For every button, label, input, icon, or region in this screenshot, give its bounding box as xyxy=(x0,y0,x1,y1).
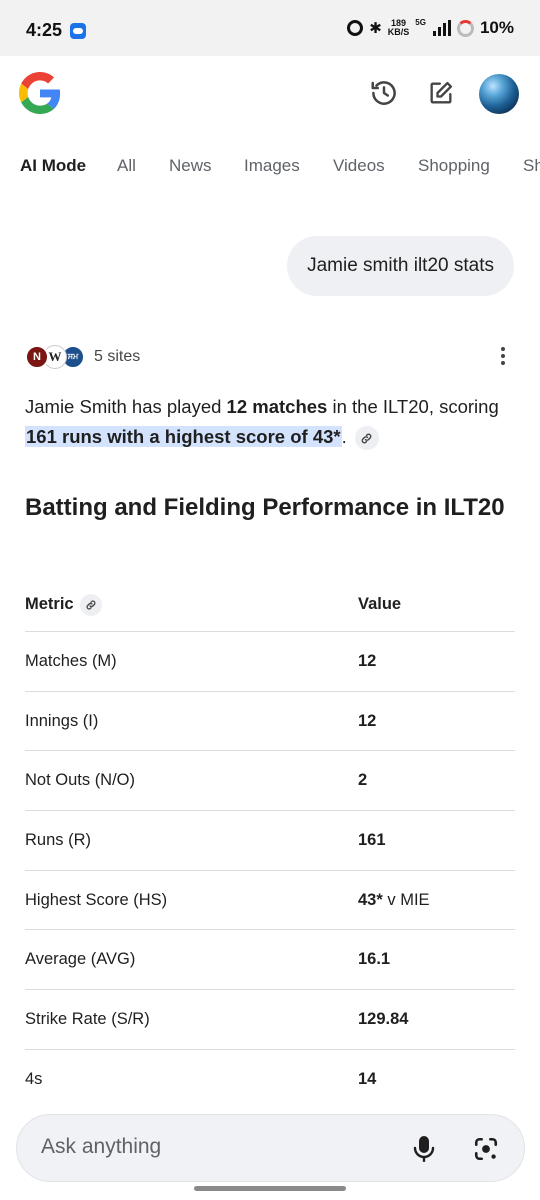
value-bold: 12 xyxy=(358,711,377,730)
value-bold: 43* xyxy=(358,890,383,909)
value-cell: 2 xyxy=(358,771,515,790)
search-tabs: AI Mode All News Images Videos Shopping … xyxy=(0,150,540,186)
metric-cell: 4s xyxy=(25,1070,43,1089)
value-cell: 129.84 xyxy=(358,1010,515,1029)
home-indicator[interactable] xyxy=(194,1186,346,1191)
status-time: 4:25 xyxy=(26,20,63,40)
mic-icon[interactable] xyxy=(410,1134,438,1164)
metric-cell: Strike Rate (S/R) xyxy=(25,1009,150,1028)
value-bold: 2 xyxy=(358,771,368,790)
history-icon[interactable] xyxy=(367,76,401,110)
ask-input-placeholder[interactable]: Ask anything xyxy=(41,1135,161,1159)
user-query-bubble: Jamie smith ilt20 stats xyxy=(287,236,514,296)
column-header-metric: Metric xyxy=(25,595,74,613)
tab-images[interactable]: Images xyxy=(244,156,300,176)
value-cell: 43* v MIE xyxy=(358,891,515,910)
tab-shopping[interactable]: Shopping xyxy=(418,156,490,176)
table-row: Strike Rate (S/R) 129.84 xyxy=(25,990,515,1050)
status-bar: 4:25 ✱ 189 KB/S 5G 10% xyxy=(0,0,540,56)
stats-table: Metric Value Matches (M) 12 Innings (I) … xyxy=(25,578,515,1110)
value-bold: 161 xyxy=(358,830,386,849)
network-speed: 189 KB/S xyxy=(388,19,410,37)
battery-icon xyxy=(456,19,474,37)
answer-highlight: 161 runs with a highest score of 43* xyxy=(25,426,342,447)
network-type: 5G xyxy=(415,18,426,27)
value-bold: 14 xyxy=(358,1070,377,1089)
value-bold: 16.1 xyxy=(358,950,391,969)
value-cell: 14 xyxy=(358,1070,515,1089)
tab-ai-mode[interactable]: AI Mode xyxy=(20,156,86,176)
tab-news[interactable]: News xyxy=(169,156,212,176)
source-logo: N xyxy=(25,345,49,369)
value-cell: 12 xyxy=(358,652,515,671)
table-row: Not Outs (N/O) 2 xyxy=(25,751,515,812)
tab-all[interactable]: All xyxy=(117,156,136,176)
table-row: Innings (I) 12 xyxy=(25,692,515,752)
app-header xyxy=(0,60,540,136)
sources-count[interactable]: 5 sites xyxy=(94,348,140,366)
answer-text: in the ILT20, scoring xyxy=(327,396,499,417)
tab-videos[interactable]: Videos xyxy=(333,156,385,176)
google-logo-icon[interactable] xyxy=(19,72,61,114)
answer-bold: 12 matches xyxy=(226,396,328,417)
table-row: Runs (R) 161 xyxy=(25,811,515,871)
sources-row[interactable]: N W ਸਮ 5 sites xyxy=(25,342,140,372)
value-cell: 12 xyxy=(358,712,515,731)
value-cell: 16.1 xyxy=(358,950,515,969)
link-icon[interactable] xyxy=(79,593,102,616)
answer-text: Jamie Smith has played xyxy=(25,396,227,417)
bluetooth-icon: ✱ xyxy=(369,20,382,37)
table-row: Highest Score (HS) 43* v MIE xyxy=(25,871,515,931)
alarm-icon xyxy=(347,20,364,36)
table-row: Matches (M) 12 xyxy=(25,632,515,692)
metric-cell: Runs (R) xyxy=(25,830,92,849)
ask-input[interactable]: Ask anything xyxy=(16,1114,525,1182)
table-row: Average (AVG) 16.1 xyxy=(25,930,515,991)
value-bold: 12 xyxy=(358,651,377,670)
table-header: Metric Value xyxy=(25,578,515,632)
app-notification-icon xyxy=(70,23,86,39)
edit-icon[interactable] xyxy=(424,76,458,110)
section-title: Batting and Fielding Performance in ILT2… xyxy=(25,494,505,521)
value-cell: 161 xyxy=(358,831,515,850)
value-bold: 129.84 xyxy=(358,1009,409,1028)
metric-cell: Highest Score (HS) xyxy=(25,890,168,909)
user-query-text: Jamie smith ilt20 stats xyxy=(307,255,494,276)
avatar[interactable] xyxy=(479,74,519,114)
google-lens-icon[interactable] xyxy=(471,1134,501,1164)
metric-cell: Not Outs (N/O) xyxy=(25,771,136,790)
metric-cell: Average (AVG) xyxy=(25,950,136,969)
status-icons: ✱ 189 KB/S 5G 10% xyxy=(347,18,514,38)
network-speed-unit: KB/S xyxy=(387,27,410,37)
battery-level: 10% xyxy=(479,18,514,37)
metric-cell: Matches (M) xyxy=(25,651,117,670)
signal-icon xyxy=(432,20,451,36)
link-icon[interactable] xyxy=(354,426,379,451)
answer-text: . xyxy=(341,426,347,447)
column-header-value: Value xyxy=(358,595,402,613)
metric-cell: Innings (I) xyxy=(25,711,99,730)
ai-answer: Jamie Smith has played 12 matches in the… xyxy=(25,392,515,452)
tab-more[interactable]: Sh xyxy=(523,156,540,176)
more-options-icon[interactable] xyxy=(498,344,508,368)
value-rest: v MIE xyxy=(382,890,430,909)
